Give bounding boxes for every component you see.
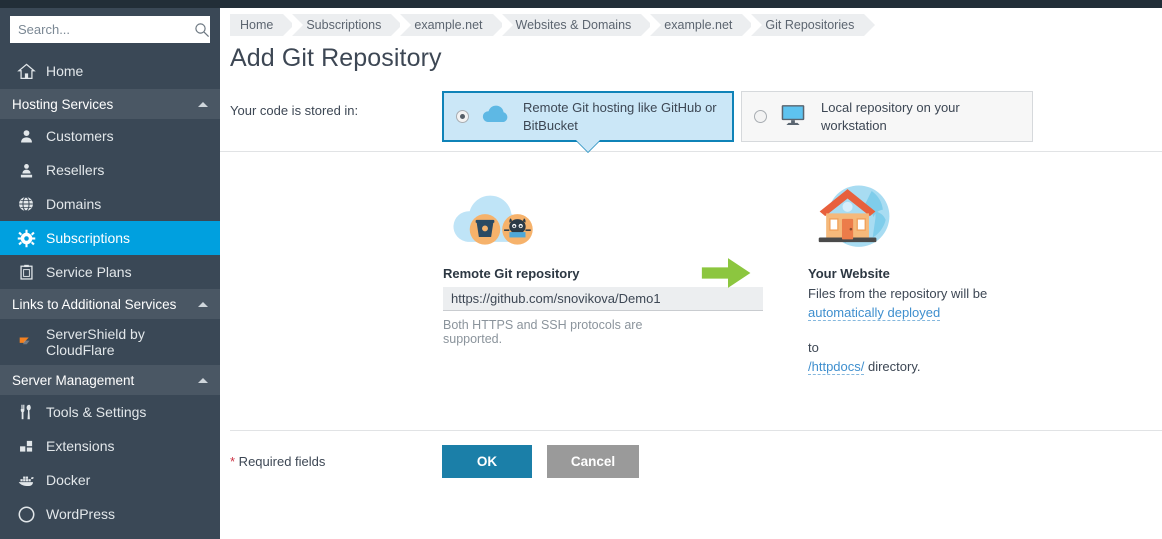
top-strip bbox=[220, 0, 1162, 8]
globe-icon bbox=[16, 194, 36, 214]
breadcrumb-item-home[interactable]: Home bbox=[230, 14, 283, 36]
required-fields-text: Required fields bbox=[235, 454, 325, 469]
main-content: Home Subscriptions example.net Websites … bbox=[220, 0, 1162, 539]
target-panel-title: Your Website bbox=[808, 266, 1050, 281]
cloud-git-providers-icon bbox=[443, 178, 700, 260]
sidebar-section-title: Hosting Services bbox=[12, 97, 113, 112]
required-fields-note: * Required fields bbox=[230, 454, 442, 469]
sidebar-item-home[interactable]: Home bbox=[0, 53, 220, 89]
target-panel-line1: Files from the repository will be automa… bbox=[808, 285, 1050, 323]
extensions-icon bbox=[16, 436, 36, 456]
docker-icon bbox=[16, 470, 36, 490]
sidebar-section-title: Server Management bbox=[12, 373, 134, 388]
sidebar-section-title: Links to Additional Services bbox=[12, 297, 176, 312]
option-local-label: Local repository on your workstation bbox=[821, 99, 1018, 134]
cloud-icon bbox=[479, 102, 513, 132]
sidebar: Home Hosting Services Customers bbox=[0, 0, 220, 539]
sidebar-item-tools-and-settings[interactable]: Tools & Settings bbox=[0, 395, 220, 429]
sidebar-item-resellers[interactable]: Resellers bbox=[0, 153, 220, 187]
monitor-icon bbox=[777, 102, 811, 132]
sidebar-item-service-plans[interactable]: Service Plans bbox=[0, 255, 220, 289]
website-globe-house-icon bbox=[808, 178, 1050, 260]
sidebar-section-hosting-services[interactable]: Hosting Services bbox=[0, 89, 220, 119]
sidebar-item-label: ServerShield by CloudFlare bbox=[46, 326, 210, 358]
arrow-right-icon bbox=[700, 178, 800, 376]
radio-local[interactable] bbox=[754, 110, 767, 123]
plesk-app-window: Home Hosting Services Customers bbox=[0, 0, 1162, 539]
sidebar-section-server-management[interactable]: Server Management bbox=[0, 365, 220, 395]
cancel-button[interactable]: Cancel bbox=[547, 445, 639, 478]
sidebar-item-wordpress[interactable]: WordPress bbox=[0, 497, 220, 531]
sidebar-item-label: Subscriptions bbox=[46, 230, 130, 246]
sidebar-item-subscriptions[interactable]: Subscriptions bbox=[0, 221, 220, 255]
tools-icon bbox=[16, 402, 36, 422]
form-footer: * Required fields OK Cancel bbox=[230, 431, 639, 491]
page-title: Add Git Repository bbox=[230, 44, 1162, 73]
target-panel-line2: to /httpdocs/ directory. bbox=[808, 339, 1050, 377]
deployment-diagram: Remote Git repository Both HTTPS and SSH… bbox=[220, 178, 1162, 376]
sidebar-section-links-to-additional-services[interactable]: Links to Additional Services bbox=[0, 289, 220, 319]
breadcrumb-item-example-net[interactable]: example.net bbox=[400, 14, 492, 36]
storage-selector-label: Your code is stored in: bbox=[230, 91, 442, 118]
search-container bbox=[0, 8, 220, 53]
home-icon bbox=[16, 61, 36, 81]
sidebar-item-label: Docker bbox=[46, 472, 90, 488]
httpdocs-link[interactable]: /httpdocs/ bbox=[808, 359, 864, 375]
option-remote-git-hosting[interactable]: Remote Git hosting like GitHub or BitBuc… bbox=[442, 91, 734, 142]
sidebar-item-label: Resellers bbox=[46, 162, 104, 178]
chevron-up-icon[interactable] bbox=[198, 378, 208, 383]
source-panel: Remote Git repository Both HTTPS and SSH… bbox=[230, 178, 700, 376]
search-input[interactable] bbox=[18, 22, 194, 37]
sidebar-item-label: Home bbox=[46, 63, 83, 79]
user-icon bbox=[16, 126, 36, 146]
cloudflare-icon bbox=[16, 332, 36, 352]
remote-repo-label: Remote Git repository bbox=[443, 266, 700, 281]
sidebar-item-label: Customers bbox=[46, 128, 114, 144]
breadcrumb-item-example-net-2[interactable]: example.net bbox=[650, 14, 742, 36]
clipboard-icon bbox=[16, 262, 36, 282]
sidebar-top-strip bbox=[0, 0, 220, 8]
breadcrumb: Home Subscriptions example.net Websites … bbox=[230, 14, 1162, 36]
sidebar-item-label: Tools & Settings bbox=[46, 404, 146, 420]
breadcrumb-item-subscriptions[interactable]: Subscriptions bbox=[292, 14, 391, 36]
sidebar-item-label: Domains bbox=[46, 196, 101, 212]
sidebar-item-label: Extensions bbox=[46, 438, 114, 454]
target-panel-line1-text: Files from the repository will be bbox=[808, 286, 987, 301]
target-panel: Your Website Files from the repository w… bbox=[800, 178, 1050, 376]
selected-option-pointer bbox=[575, 139, 601, 152]
search-box[interactable] bbox=[10, 16, 210, 43]
reseller-icon bbox=[16, 160, 36, 180]
divider-top bbox=[220, 151, 1162, 152]
search-icon[interactable] bbox=[194, 22, 210, 38]
breadcrumb-item-git-repositories[interactable]: Git Repositories bbox=[751, 14, 864, 36]
sidebar-item-label: Service Plans bbox=[46, 264, 132, 280]
sidebar-item-servershield-by-cloudflare[interactable]: ServerShield by CloudFlare bbox=[0, 319, 220, 365]
option-local-repository[interactable]: Local repository on your workstation bbox=[741, 91, 1033, 142]
chevron-up-icon[interactable] bbox=[198, 102, 208, 107]
sidebar-item-docker[interactable]: Docker bbox=[0, 463, 220, 497]
remote-repo-hint: Both HTTPS and SSH protocols are support… bbox=[443, 318, 700, 346]
option-remote-label: Remote Git hosting like GitHub or BitBuc… bbox=[523, 99, 718, 134]
storage-selector: Your code is stored in: Remote Git hosti… bbox=[220, 91, 1162, 147]
wordpress-icon bbox=[16, 504, 36, 524]
sidebar-item-domains[interactable]: Domains bbox=[0, 187, 220, 221]
gear-icon bbox=[16, 228, 36, 248]
breadcrumb-item-websites-and-domains[interactable]: Websites & Domains bbox=[502, 14, 642, 36]
chevron-up-icon[interactable] bbox=[198, 302, 208, 307]
automatically-deployed-link[interactable]: automatically deployed bbox=[808, 305, 940, 321]
target-panel-to-text: to bbox=[808, 340, 819, 355]
radio-remote[interactable] bbox=[456, 110, 469, 123]
directory-text: directory. bbox=[864, 359, 920, 374]
ok-button[interactable]: OK bbox=[442, 445, 532, 478]
sidebar-item-extensions[interactable]: Extensions bbox=[0, 429, 220, 463]
sidebar-item-customers[interactable]: Customers bbox=[0, 119, 220, 153]
sidebar-item-label: WordPress bbox=[46, 506, 115, 522]
